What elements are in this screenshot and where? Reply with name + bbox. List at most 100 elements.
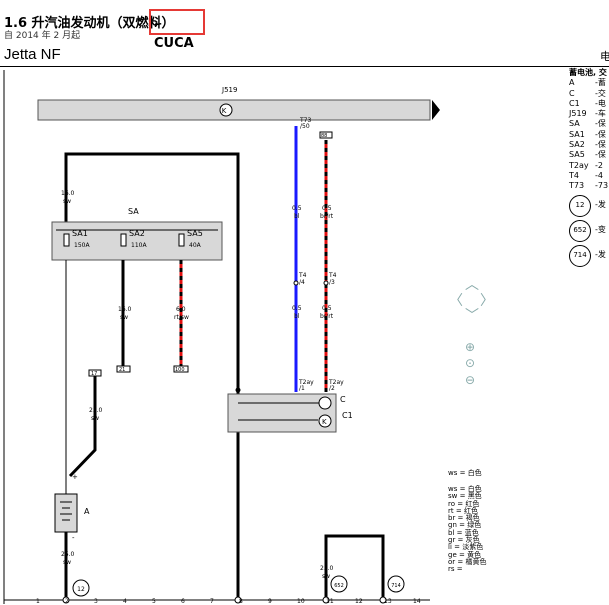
svg-text:sw: sw (63, 559, 71, 566)
legend-value: -变 (595, 225, 606, 235)
svg-text:bl: bl (294, 313, 300, 320)
svg-text:br/rt: br/rt (320, 213, 334, 220)
svg-text:150A: 150A (74, 242, 90, 249)
wire-black-main (64, 152, 240, 600)
continuation-arrow-icon (432, 100, 440, 120)
legend-value: -保 (595, 129, 606, 139)
legend-key: T2ay (569, 160, 589, 170)
legend-item: C -交 (569, 89, 609, 99)
fuse-sa1-icon (63, 233, 70, 247)
svg-text:K: K (322, 418, 327, 426)
svg-text:0.5: 0.5 (292, 305, 302, 312)
legend-item: SA5 -保 (569, 150, 609, 160)
color-key-item: rs = (448, 565, 463, 574)
legend-item: SA -保 (569, 119, 609, 129)
svg-text:+: + (72, 473, 78, 481)
legend-value: -保 (595, 140, 606, 150)
legend-key: J519 (569, 109, 587, 119)
svg-text:0.5: 0.5 (292, 205, 302, 212)
legend-value: -2 (595, 160, 603, 170)
svg-text:-: - (72, 534, 75, 542)
svg-text:110A: 110A (131, 242, 147, 249)
zoom-in-icon[interactable]: ⊕ (465, 340, 475, 354)
legend-value: -电 (595, 98, 606, 108)
legend-key: C (569, 88, 575, 98)
legend-value: -发 (595, 250, 606, 260)
svg-text:/50: /50 (300, 123, 310, 130)
svg-text:6.0: 6.0 (176, 306, 186, 313)
svg-text:100: 100 (175, 367, 185, 373)
svg-text:652: 652 (334, 583, 344, 589)
legend-value: -交 (595, 88, 606, 98)
svg-text:21: 21 (119, 367, 125, 373)
svg-text:16.0: 16.0 (61, 190, 75, 197)
svg-text:SA: SA (128, 207, 139, 216)
j519-control-unit (37, 99, 431, 121)
legend-key: SA2 (569, 140, 585, 150)
svg-text:16.0: 16.0 (118, 306, 132, 313)
svg-text:K: K (222, 107, 227, 115)
legend-key: SA1 (569, 129, 585, 139)
svg-text:12: 12 (77, 586, 85, 593)
svg-text:/3: /3 (329, 279, 335, 286)
alternator-terminal-icon (318, 396, 332, 410)
legend-item: SA2 -保 (569, 140, 609, 150)
svg-text:sw: sw (63, 198, 71, 205)
svg-text:A: A (84, 507, 90, 516)
legend-item: SA1 -保 (569, 130, 609, 140)
svg-text:25.0: 25.0 (61, 551, 75, 558)
legend-value: -4 (595, 170, 603, 180)
zoom-reset-icon[interactable]: ⊙ (465, 356, 475, 370)
svg-text:bl: bl (294, 213, 300, 220)
svg-text:C1: C1 (342, 411, 353, 420)
legend-value: -发 (595, 200, 606, 210)
pan-right-icon[interactable]: 〉 (480, 290, 494, 310)
legend-key: T73 (569, 181, 585, 191)
legend-item: T73 -73 (569, 181, 609, 191)
svg-text:SA2: SA2 (129, 229, 145, 238)
legend-ground-item: 652 -变 (569, 219, 609, 242)
legend-value: -车 (595, 109, 606, 119)
legend-value: -蓄 (595, 78, 606, 88)
svg-text:88: 88 (321, 133, 327, 139)
svg-text:/1: /1 (299, 385, 305, 392)
legend-ground-item: 12 -发 (569, 194, 609, 217)
svg-text:T4: T4 (328, 272, 337, 279)
legend-value: -保 (595, 150, 606, 160)
pan-up-icon[interactable]: ︿ (465, 274, 479, 294)
svg-text:/4: /4 (299, 279, 305, 286)
svg-text:T4: T4 (298, 272, 307, 279)
battery-a (54, 493, 78, 533)
svg-text:714: 714 (391, 583, 401, 589)
color-key-list: ws = 白色 sw = 黑色 ro = 红色 rt = 红色 br = 褐色 gn = … (448, 485, 486, 574)
ground-circle-icon: 12 (569, 194, 591, 217)
j519-label: J519 (221, 86, 237, 94)
svg-text:0.5: 0.5 (322, 205, 332, 212)
legend-item: J519 -车 (569, 109, 609, 119)
component-legend: 蓄电池, 交 A -蓄 C -交 C1 -电 J519 -车 SA -保 SA1 -保 SA2 -保 SA5… (569, 68, 609, 270)
color-key-single: ws = 白色 (448, 469, 482, 477)
legend-key: SA (569, 119, 580, 129)
fuse-block-sa (51, 221, 223, 261)
fuse-sa5-icon (178, 233, 185, 247)
legend-item: A -蓄 (569, 78, 609, 88)
zoom-out-icon[interactable]: ⊖ (465, 373, 475, 387)
legend-item: T4 -4 (569, 171, 609, 181)
ground-circle-icon: 714 (569, 244, 591, 267)
svg-text:br/rt: br/rt (320, 313, 334, 320)
legend-key: T4 (569, 170, 579, 180)
svg-text:40A: 40A (189, 242, 202, 249)
ground-circle-icon: 652 (569, 219, 591, 242)
legend-value: -保 (595, 119, 606, 129)
pan-down-icon[interactable]: ﹀ (465, 305, 479, 325)
pan-left-icon[interactable]: 〈 (449, 290, 463, 310)
fuse-sa2-icon (120, 233, 127, 247)
legend-key: SA5 (569, 150, 585, 160)
legend-key: C1 (569, 98, 580, 108)
legend-item: T2ay -2 (569, 161, 609, 171)
svg-text:25.0: 25.0 (320, 565, 334, 572)
svg-text:SA5: SA5 (187, 229, 203, 238)
svg-text:SA1: SA1 (72, 229, 88, 238)
legend-value: -73 (595, 181, 609, 191)
svg-text:sw: sw (322, 573, 330, 580)
